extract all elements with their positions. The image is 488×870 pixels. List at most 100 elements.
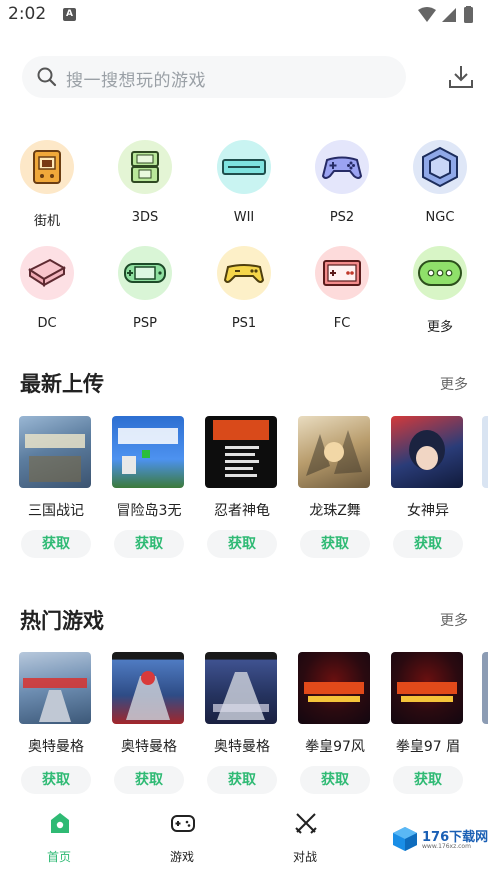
platform-psp[interactable]: PSP xyxy=(105,246,185,346)
game-name: 奥特曼格 xyxy=(214,739,270,755)
section-title-hot: 热门游戏 xyxy=(20,609,104,633)
hot-more-link[interactable]: 更多 xyxy=(440,610,468,630)
game-name: 女神异 xyxy=(407,503,449,519)
game-cover[interactable] xyxy=(19,652,91,724)
platform-label: PS2 xyxy=(329,210,355,225)
platform-fc[interactable]: FC xyxy=(302,246,382,346)
platform-ngc[interactable]: NGC xyxy=(400,140,480,240)
platform-icon-bg xyxy=(413,140,467,194)
game-name: 奥特曼格 xyxy=(28,739,84,755)
platform-label: PSP xyxy=(133,316,157,331)
famicom-icon xyxy=(323,260,361,286)
game-cover-peek xyxy=(482,416,488,488)
more-icon xyxy=(418,260,462,286)
game-cover[interactable] xyxy=(391,652,463,724)
platform-label: FC xyxy=(333,316,351,331)
search-icon xyxy=(37,67,57,87)
platform-label: PS1 xyxy=(231,316,257,331)
search-placeholder: 搜一搜想玩的游戏 xyxy=(66,71,206,91)
game-cover[interactable] xyxy=(298,416,370,488)
platform-icon-bg xyxy=(20,140,74,194)
status-bar: 2:02 A xyxy=(0,0,488,30)
platform-arcade[interactable]: 街机 xyxy=(7,140,87,240)
platform-dc[interactable]: DC xyxy=(7,246,87,346)
platform-wii[interactable]: WII xyxy=(204,140,284,240)
latest-more-link[interactable]: 更多 xyxy=(440,374,468,394)
gamecube-icon xyxy=(422,146,458,188)
home-icon xyxy=(51,813,69,833)
game-card[interactable]: 女神异 获取 xyxy=(385,416,471,566)
get-button[interactable]: 获取 xyxy=(393,530,463,558)
get-button[interactable]: 获取 xyxy=(207,530,277,558)
game-cover[interactable] xyxy=(19,416,91,488)
wii-icon xyxy=(222,159,266,175)
game-card[interactable]: 忍者神龟 获取 xyxy=(199,416,285,566)
system-status-icons xyxy=(418,6,473,23)
watermark-logo: 176下载网 www.176xz.com xyxy=(392,822,488,856)
game-card[interactable]: 龙珠Z舞 获取 xyxy=(292,416,378,566)
platform-icon-bg xyxy=(217,140,271,194)
game-cover[interactable] xyxy=(298,652,370,724)
game-name: 拳皇97风 xyxy=(305,739,365,755)
game-card[interactable]: 奥特曼格 获取 xyxy=(199,652,285,802)
game-name: 龙珠Z舞 xyxy=(309,503,361,519)
notification-icon: A xyxy=(63,8,76,21)
tab-games[interactable]: 游戏 xyxy=(137,802,227,864)
platform-label: 更多 xyxy=(426,320,453,335)
watermark-url: www.176xz.com xyxy=(422,843,471,850)
ps1-controller-icon xyxy=(223,264,265,283)
platform-label: WII xyxy=(233,210,255,225)
search-input[interactable]: 搜一搜想玩的游戏 xyxy=(22,56,406,98)
get-button[interactable]: 获取 xyxy=(21,766,91,794)
tab-battle[interactable]: 对战 xyxy=(260,802,350,864)
platform-label: 3DS xyxy=(131,210,159,225)
psp-icon xyxy=(124,263,166,283)
platform-icon-bg xyxy=(118,246,172,300)
tab-home[interactable]: 首页 xyxy=(14,802,104,864)
platform-label: DC xyxy=(37,316,57,331)
status-time: 2:02 xyxy=(8,4,47,24)
platform-icon-bg xyxy=(315,246,369,300)
game-name: 忍者神龟 xyxy=(214,503,270,519)
platform-label: 街机 xyxy=(33,214,60,229)
tab-label: 首页 xyxy=(46,850,71,864)
game-cover[interactable] xyxy=(112,416,184,488)
platform-ps1[interactable]: PS1 xyxy=(204,246,284,346)
gamepad-icon xyxy=(321,156,363,179)
tab-label: 游戏 xyxy=(169,850,194,864)
game-cover-peek xyxy=(482,652,488,724)
game-cover[interactable] xyxy=(112,652,184,724)
platform-icon-bg xyxy=(217,246,271,300)
game-name: 冒险岛3无 xyxy=(116,503,182,519)
3ds-icon xyxy=(131,151,159,183)
platform-icon-bg xyxy=(413,246,467,300)
get-button[interactable]: 获取 xyxy=(300,766,370,794)
get-button[interactable]: 获取 xyxy=(114,530,184,558)
game-card[interactable]: 奥特曼格 获取 xyxy=(106,652,192,802)
game-name: 拳皇97 眉 xyxy=(395,739,461,755)
game-name: 奥特曼格 xyxy=(121,739,177,755)
platform-more[interactable]: 更多 xyxy=(400,246,480,346)
game-cover[interactable] xyxy=(205,652,277,724)
download-icon[interactable] xyxy=(446,62,476,92)
get-button[interactable]: 获取 xyxy=(207,766,277,794)
get-button[interactable]: 获取 xyxy=(21,530,91,558)
get-button[interactable]: 获取 xyxy=(114,766,184,794)
game-card[interactable]: 奥特曼格 获取 xyxy=(13,652,99,802)
game-card[interactable]: 三国战记 获取 xyxy=(13,416,99,566)
swords-icon xyxy=(295,813,317,834)
cube-logo-icon xyxy=(393,827,417,851)
platform-icon-bg xyxy=(315,140,369,194)
platform-3ds[interactable]: 3DS xyxy=(105,140,185,240)
game-card[interactable]: 拳皇97 眉 获取 xyxy=(385,652,471,802)
game-card[interactable]: 冒险岛3无 获取 xyxy=(106,416,192,566)
gamepad-icon xyxy=(171,815,195,832)
tab-label: 对战 xyxy=(292,850,317,864)
game-cover[interactable] xyxy=(391,416,463,488)
get-button[interactable]: 获取 xyxy=(393,766,463,794)
game-cover[interactable] xyxy=(205,416,277,488)
dreamcast-icon xyxy=(27,258,67,287)
platform-ps2[interactable]: PS2 xyxy=(302,140,382,240)
get-button[interactable]: 获取 xyxy=(300,530,370,558)
game-card[interactable]: 拳皇97风 获取 xyxy=(292,652,378,802)
